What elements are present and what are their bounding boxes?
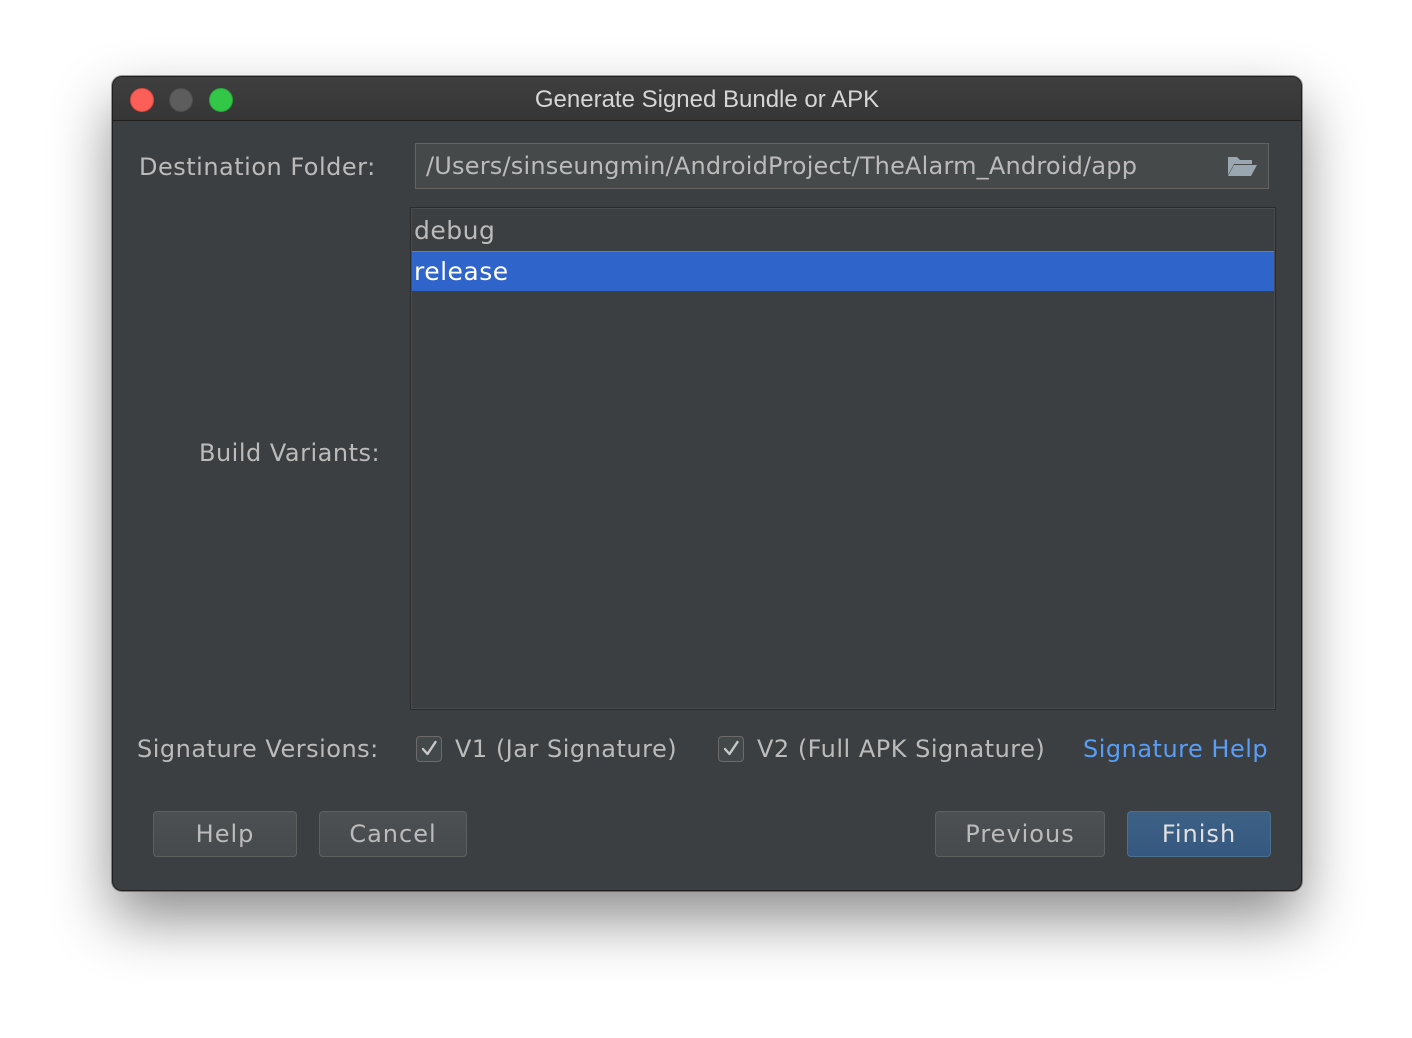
finish-button[interactable]: Finish: [1127, 811, 1271, 857]
checkmark-icon: [421, 740, 437, 756]
build-variants-list[interactable]: debug release: [410, 207, 1276, 710]
folder-open-icon[interactable]: [1226, 153, 1258, 179]
build-variants-label: Build Variants:: [199, 439, 381, 467]
v2-signature-label[interactable]: V2 (Full APK Signature): [757, 735, 1045, 763]
destination-folder-label: Destination Folder:: [139, 153, 376, 181]
previous-button[interactable]: Previous: [935, 811, 1105, 857]
v2-signature-checkbox[interactable]: [718, 736, 744, 762]
signature-versions-label: Signature Versions:: [137, 735, 379, 763]
window-title: Generate Signed Bundle or APK: [534, 86, 880, 113]
checkmark-icon: [723, 740, 739, 756]
help-button[interactable]: Help: [153, 811, 297, 857]
signature-help-link[interactable]: Signature Help: [1083, 735, 1268, 763]
destination-folder-field[interactable]: /Users/sinseungmin/AndroidProject/TheAla…: [415, 143, 1269, 189]
dialog-window: Generate Signed Bundle or APK Destinatio…: [112, 76, 1302, 891]
v1-signature-checkbox[interactable]: [416, 736, 442, 762]
variant-item-debug[interactable]: debug: [412, 211, 1274, 251]
variant-item-release[interactable]: release: [412, 251, 1274, 291]
destination-folder-value[interactable]: /Users/sinseungmin/AndroidProject/TheAla…: [426, 152, 1137, 180]
title-bar[interactable]: Generate Signed Bundle or APK: [113, 77, 1301, 121]
v1-signature-label[interactable]: V1 (Jar Signature): [455, 735, 677, 763]
cancel-button[interactable]: Cancel: [319, 811, 467, 857]
